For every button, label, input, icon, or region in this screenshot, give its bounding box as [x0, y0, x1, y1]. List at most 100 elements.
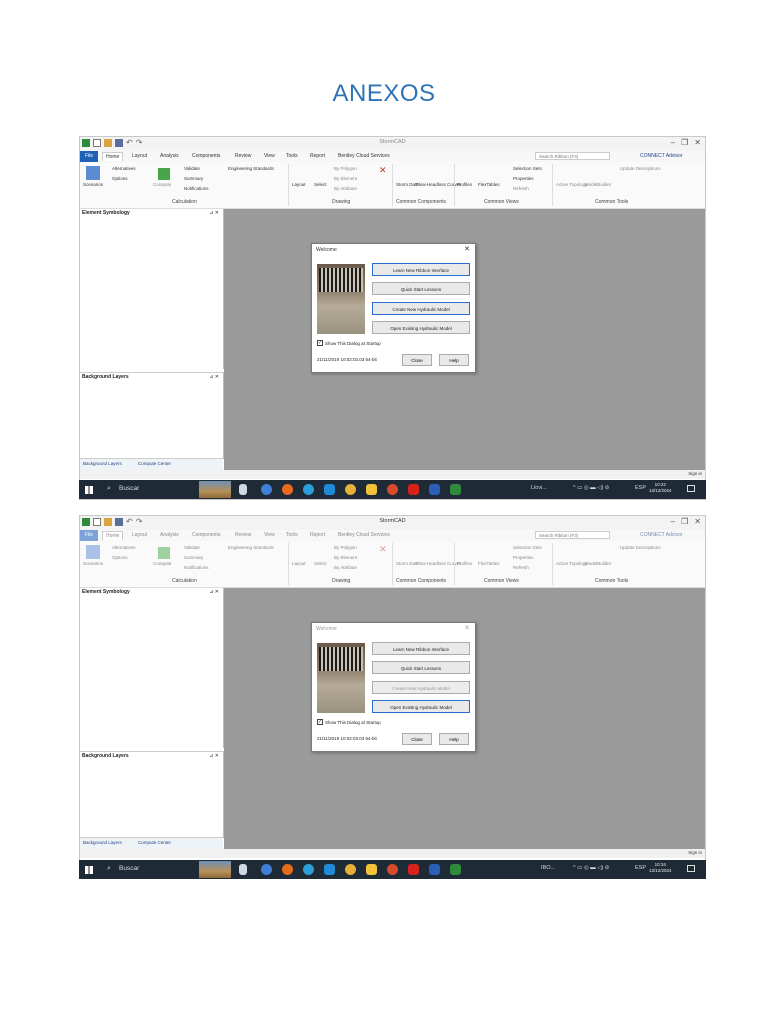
learn-ribbon-button[interactable]: Learn New Ribbon Interface	[372, 263, 470, 276]
stock-tray[interactable]: IBO...	[541, 865, 555, 871]
restore-icon[interactable]: ❐	[681, 138, 688, 147]
connect-advisor[interactable]: CONNECT Advisor	[640, 153, 682, 159]
acrobat-icon[interactable]	[408, 484, 419, 495]
compute-button[interactable]: Compute	[153, 561, 171, 566]
flextables-button[interactable]: FlexTables	[478, 561, 500, 566]
alternatives-button[interactable]: Alternatives	[112, 545, 136, 550]
word-icon[interactable]	[429, 864, 440, 875]
help-button[interactable]: Help	[439, 733, 469, 745]
delete-icon[interactable]: ✕	[379, 544, 387, 555]
summary-button[interactable]: Summary	[184, 176, 203, 181]
tab-bentley-cloud[interactable]: Bentley Cloud Services	[338, 532, 390, 538]
acrobat-icon[interactable]	[408, 864, 419, 875]
file-explorer-icon[interactable]	[366, 484, 377, 495]
office-icon[interactable]	[387, 484, 398, 495]
chrome-icon[interactable]	[345, 484, 356, 495]
tab-view[interactable]: View	[264, 532, 275, 538]
close-icon[interactable]: ✕	[694, 517, 701, 526]
ribbon-search-input[interactable]: Search Ribbon (F3)	[535, 531, 610, 539]
taskbar-search-label[interactable]: Buscar	[119, 485, 139, 492]
tab-file[interactable]: File	[80, 530, 98, 541]
close-button[interactable]: Close	[402, 354, 432, 366]
pin-close-icon[interactable]: ⊿ ✕	[209, 374, 219, 380]
open-model-button[interactable]: Open Existing Hydraulic Model	[372, 700, 470, 713]
profiles-button[interactable]: Profiles	[457, 182, 472, 187]
help-button[interactable]: Help	[439, 354, 469, 366]
tab-tools[interactable]: Tools	[286, 153, 298, 159]
selection-sets-button[interactable]: Selection Sets	[513, 166, 542, 171]
refresh-button[interactable]: Refresh	[513, 186, 529, 191]
by-attribute-button[interactable]: By Attribute	[334, 565, 357, 570]
weather-tray[interactable]: Llovi...	[531, 485, 547, 491]
system-tray-icons[interactable]: ^ ▭ ◎ ▬ ◁) ⊘	[573, 485, 609, 491]
refresh-button[interactable]: Refresh	[513, 565, 529, 570]
file-explorer-icon[interactable]	[366, 864, 377, 875]
notifications-button[interactable]: Notifications	[184, 565, 209, 570]
by-element-button[interactable]: By Element	[334, 555, 357, 560]
notifications-icon[interactable]	[687, 485, 695, 492]
tab-report[interactable]: Report	[310, 532, 325, 538]
properties-button[interactable]: Properties	[513, 555, 534, 560]
office-icon[interactable]	[387, 864, 398, 875]
summary-button[interactable]: Summary	[184, 555, 203, 560]
checkbox-icon[interactable]: ✓	[317, 719, 323, 725]
show-at-startup-checkbox[interactable]: ✓ Show This Dialog at Startup	[317, 340, 381, 346]
system-tray-icons[interactable]: ^ ▭ ◎ ▬ ◁) ⊘	[573, 865, 609, 871]
close-button[interactable]: Close	[402, 733, 432, 745]
connect-advisor[interactable]: CONNECT Advisor	[640, 532, 682, 538]
tab-review[interactable]: Review	[235, 153, 251, 159]
layout-button[interactable]: Layout	[292, 561, 306, 566]
tab-analysis[interactable]: Analysis	[160, 153, 179, 159]
options-button[interactable]: Options	[112, 555, 128, 560]
engineering-standards-button[interactable]: Engineering Standards	[228, 545, 274, 550]
minimize-icon[interactable]: –	[671, 517, 675, 526]
tab-components[interactable]: Components	[192, 153, 220, 159]
stormcad-icon[interactable]	[450, 864, 461, 875]
ribbon-search-input[interactable]: Search Ribbon (F3)	[535, 152, 610, 160]
word-icon[interactable]	[429, 484, 440, 495]
validate-button[interactable]: Validate	[184, 166, 200, 171]
update-descriptions-button[interactable]: Update Descriptions	[620, 166, 661, 171]
app-icon[interactable]	[324, 864, 335, 875]
tab-home[interactable]: Home	[102, 152, 124, 161]
language-indicator[interactable]: ESP	[635, 485, 646, 491]
windows-start-icon[interactable]	[85, 486, 93, 494]
tab-layout[interactable]: Layout	[132, 532, 147, 538]
update-descriptions-button[interactable]: Update Descriptions	[620, 545, 661, 550]
modelbuilder-button[interactable]: ModelBuilder	[585, 182, 611, 187]
edge-icon[interactable]	[261, 864, 272, 875]
browser-icon[interactable]	[303, 484, 314, 495]
tab-file[interactable]: File	[80, 151, 98, 162]
engineering-standards-button[interactable]: Engineering Standards	[228, 166, 274, 171]
tab-bentley-cloud[interactable]: Bentley Cloud Services	[338, 153, 390, 159]
windows-start-icon[interactable]	[85, 866, 93, 874]
chrome-icon[interactable]	[345, 864, 356, 875]
minimize-icon[interactable]: –	[671, 138, 675, 147]
sign-in-link[interactable]: Sign in	[688, 850, 702, 855]
by-element-button[interactable]: By Element	[334, 176, 357, 181]
selection-sets-button[interactable]: Selection Sets	[513, 545, 542, 550]
active-topology-button[interactable]: Active Topology	[556, 561, 587, 566]
compute-button[interactable]: Compute	[153, 182, 171, 187]
by-polygon-button[interactable]: By Polygon	[334, 545, 357, 550]
clock[interactable]: 10:22 13/12/2024	[649, 482, 672, 494]
validate-button[interactable]: Validate	[184, 545, 200, 550]
clock[interactable]: 10:34 13/12/2024	[649, 862, 672, 874]
notifications-icon[interactable]	[687, 865, 695, 872]
flextables-button[interactable]: FlexTables	[478, 182, 500, 187]
taskbar-search-label[interactable]: Buscar	[119, 865, 139, 872]
close-icon[interactable]: ✕	[694, 138, 701, 147]
pin-close-icon[interactable]: ⊿ ✕	[209, 753, 219, 759]
tab-layout[interactable]: Layout	[132, 153, 147, 159]
notifications-button[interactable]: Notifications	[184, 186, 209, 191]
search-icon[interactable]: ⌕	[107, 865, 111, 873]
tab-compute-center[interactable]: Compute Center	[138, 461, 171, 466]
delete-icon[interactable]: ✕	[379, 165, 387, 176]
select-button[interactable]: Select	[314, 561, 327, 566]
tab-components[interactable]: Components	[192, 532, 220, 538]
task-view-icon[interactable]	[239, 864, 247, 875]
edge-icon[interactable]	[261, 484, 272, 495]
tab-compute-center[interactable]: Compute Center	[138, 840, 171, 845]
close-icon[interactable]: ✕	[464, 624, 470, 632]
search-icon[interactable]: ⌕	[107, 485, 111, 493]
